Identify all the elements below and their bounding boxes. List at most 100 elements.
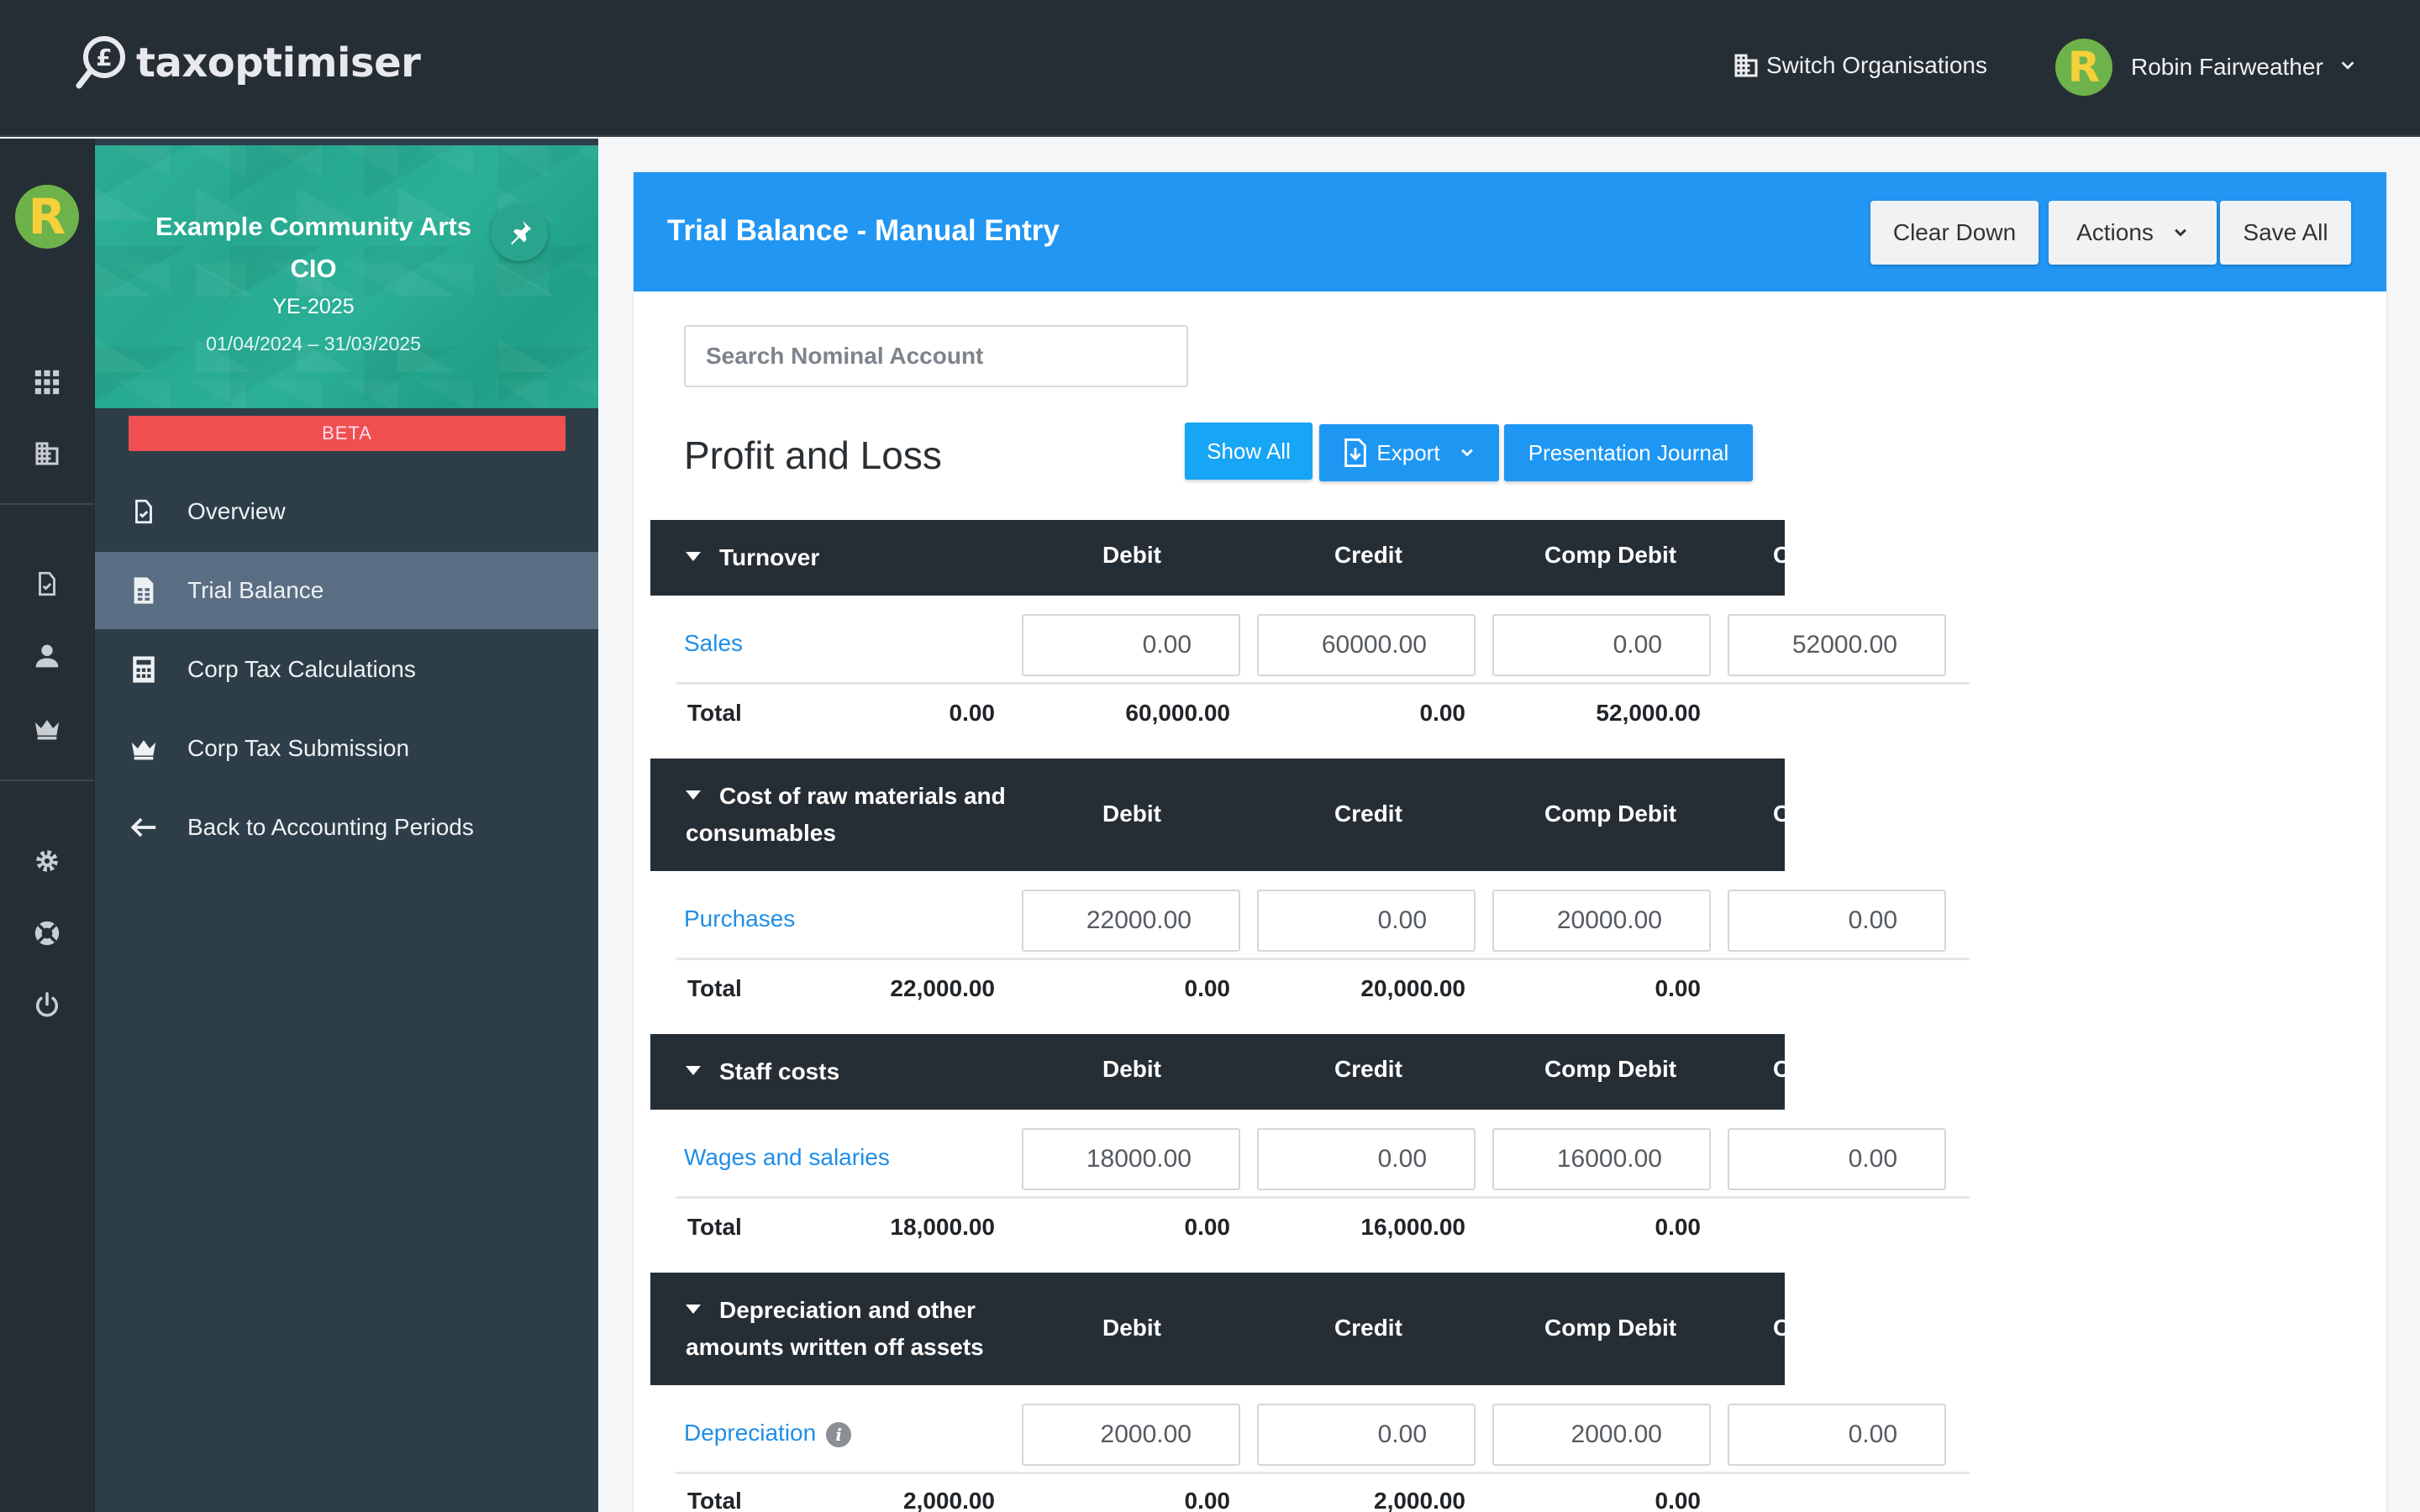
- column-header-debit: Debit: [1102, 1315, 1161, 1341]
- building-icon[interactable]: [30, 437, 64, 470]
- account-row-depreciation: Depreciation i: [684, 1420, 852, 1447]
- org-avatar[interactable]: R: [15, 185, 79, 249]
- avatar: R: [2055, 39, 2112, 96]
- debit-input[interactable]: 0.00: [1022, 614, 1240, 676]
- comp-credit-input[interactable]: 0.00: [1728, 1128, 1946, 1190]
- sidebar-item-label: Overview: [187, 498, 286, 524]
- svg-text:£: £: [96, 44, 112, 71]
- comp-debit-input[interactable]: 0.00: [1492, 614, 1711, 676]
- total-comp-debit: 2,000.00: [1374, 1488, 1465, 1512]
- comp-credit-input[interactable]: 0.00: [1728, 1404, 1946, 1466]
- collapse-triangle-icon[interactable]: [686, 1305, 701, 1315]
- group-name: Staff costs: [719, 1058, 840, 1084]
- row-divider: [676, 958, 1970, 960]
- section-title: Profit and Loss: [684, 433, 942, 477]
- calculator-icon: [127, 653, 160, 686]
- total-label: Total: [687, 975, 742, 1001]
- logo-text: taxoptimiser: [136, 39, 421, 87]
- column-header-comp-credit: C: [1773, 801, 1791, 827]
- collapse-triangle-icon[interactable]: [686, 1066, 701, 1076]
- total-comp-credit: 52,000.00: [1596, 700, 1701, 726]
- total-debit: 22,000.00: [890, 975, 995, 1001]
- sidebar-item-corp-tax-calculations[interactable]: Corp Tax Calculations: [95, 631, 599, 708]
- lifebuoy-icon[interactable]: [30, 916, 64, 950]
- group-header-cost-of-raw-materials[interactable]: Cost of raw materials and consumables Deb…: [650, 759, 1790, 871]
- sidebar-item-trial-balance[interactable]: Trial Balance: [95, 552, 599, 629]
- actions-label: Actions: [2076, 219, 2154, 245]
- row-divider: [676, 682, 1970, 685]
- sidebar: Example Community Arts CIO YE-2025 01/04…: [94, 139, 599, 1512]
- group-header-turnover[interactable]: Turnover Debit Credit Comp Debit C: [650, 520, 1790, 596]
- document-check-icon[interactable]: [30, 567, 64, 601]
- organisation-name: Example Community Arts CIO: [155, 212, 472, 283]
- debit-input[interactable]: 2000.00: [1022, 1404, 1240, 1466]
- account-link-purchases[interactable]: Purchases: [684, 906, 795, 932]
- chevron-down-icon: [2338, 54, 2357, 81]
- debit-input[interactable]: 22000.00: [1022, 890, 1240, 952]
- crown-icon[interactable]: [30, 711, 64, 745]
- credit-input[interactable]: 0.00: [1257, 1128, 1476, 1190]
- user-menu[interactable]: R Robin Fairweather: [2055, 39, 2357, 96]
- column-header-debit: Debit: [1102, 801, 1161, 827]
- apps-grid-icon[interactable]: [30, 365, 64, 399]
- user-icon[interactable]: [30, 639, 64, 673]
- total-comp-debit: 20,000.00: [1360, 975, 1465, 1001]
- account-link-sales[interactable]: Sales: [684, 630, 743, 657]
- column-header-credit: Credit: [1334, 1056, 1402, 1082]
- comp-debit-input[interactable]: 2000.00: [1492, 1404, 1711, 1466]
- total-debit: 0.00: [949, 700, 996, 726]
- total-label: Total: [687, 700, 742, 726]
- group-header-staff-costs[interactable]: Staff costs Debit Credit Comp Debit C: [650, 1034, 1790, 1110]
- total-comp-debit: 16,000.00: [1360, 1214, 1465, 1240]
- comp-debit-input[interactable]: 16000.00: [1492, 1128, 1711, 1190]
- pin-button[interactable]: [491, 204, 548, 261]
- collapse-triangle-icon[interactable]: [686, 552, 701, 562]
- comp-debit-input[interactable]: 20000.00: [1492, 890, 1711, 952]
- actions-dropdown[interactable]: Actions: [2049, 201, 2217, 265]
- sidebar-item-overview[interactable]: Overview: [95, 473, 599, 550]
- gear-icon[interactable]: [30, 844, 64, 878]
- top-bar: £ taxoptimiser Switch Organisations R Ro…: [0, 0, 2420, 137]
- info-icon[interactable]: i: [826, 1421, 852, 1447]
- credit-input[interactable]: 0.00: [1257, 1404, 1476, 1466]
- document-check-icon: [127, 495, 160, 528]
- chevron-down-icon: [2175, 228, 2186, 237]
- debit-input[interactable]: 18000.00: [1022, 1128, 1240, 1190]
- user-name: Robin Fairweather: [2131, 54, 2323, 80]
- column-header-credit: Credit: [1334, 1315, 1402, 1341]
- total-comp-credit: 0.00: [1655, 1488, 1702, 1512]
- credit-input[interactable]: 60000.00: [1257, 614, 1476, 676]
- save-all-button[interactable]: Save All: [2220, 201, 2351, 265]
- total-credit: 0.00: [1184, 975, 1231, 1001]
- sidebar-item-corp-tax-submission[interactable]: Corp Tax Submission: [95, 710, 599, 787]
- chevron-down-icon: [1460, 449, 1473, 457]
- building-icon: [1734, 54, 1758, 77]
- app-logo[interactable]: £ taxoptimiser: [76, 34, 421, 92]
- row-divider: [676, 1472, 1970, 1474]
- switch-organisations-button[interactable]: Switch Organisations: [1731, 50, 1987, 81]
- panel-header: Trial Balance - Manual Entry Clear Down …: [634, 172, 2386, 291]
- comp-credit-input[interactable]: 52000.00: [1728, 614, 1946, 676]
- account-link-depreciation[interactable]: Depreciation: [684, 1420, 816, 1446]
- search-input[interactable]: [684, 325, 1188, 387]
- trial-balance-panel: Trial Balance - Manual Entry Clear Down …: [634, 172, 2386, 1512]
- export-dropdown[interactable]: Export: [1319, 424, 1499, 481]
- sidebar-item-label: Corp Tax Calculations: [187, 656, 416, 682]
- show-all-button[interactable]: Show All: [1185, 423, 1313, 480]
- comp-credit-input[interactable]: 0.00: [1728, 890, 1946, 952]
- power-icon[interactable]: [30, 989, 64, 1022]
- group-header-depreciation[interactable]: Depreciation and other amounts written of…: [650, 1273, 1790, 1385]
- collapse-triangle-icon[interactable]: [686, 790, 701, 801]
- sidebar-item-back-to-accounting-periods[interactable]: Back to Accounting Periods: [95, 789, 599, 866]
- credit-input[interactable]: 0.00: [1257, 890, 1476, 952]
- crown-icon: [127, 732, 160, 765]
- period-dates: 01/04/2024 – 31/03/2025: [206, 333, 421, 354]
- presentation-journal-button[interactable]: Presentation Journal: [1504, 424, 1753, 481]
- download-document-icon: [1344, 438, 1367, 467]
- column-header-debit: Debit: [1102, 1056, 1161, 1082]
- organisation-card: Example Community Arts CIO YE-2025 01/04…: [95, 145, 599, 408]
- clear-down-button[interactable]: Clear Down: [1870, 201, 2039, 265]
- group-name: Turnover: [719, 544, 820, 570]
- column-header-credit: Credit: [1334, 542, 1402, 568]
- account-link-wages-and-salaries[interactable]: Wages and salaries: [684, 1144, 890, 1171]
